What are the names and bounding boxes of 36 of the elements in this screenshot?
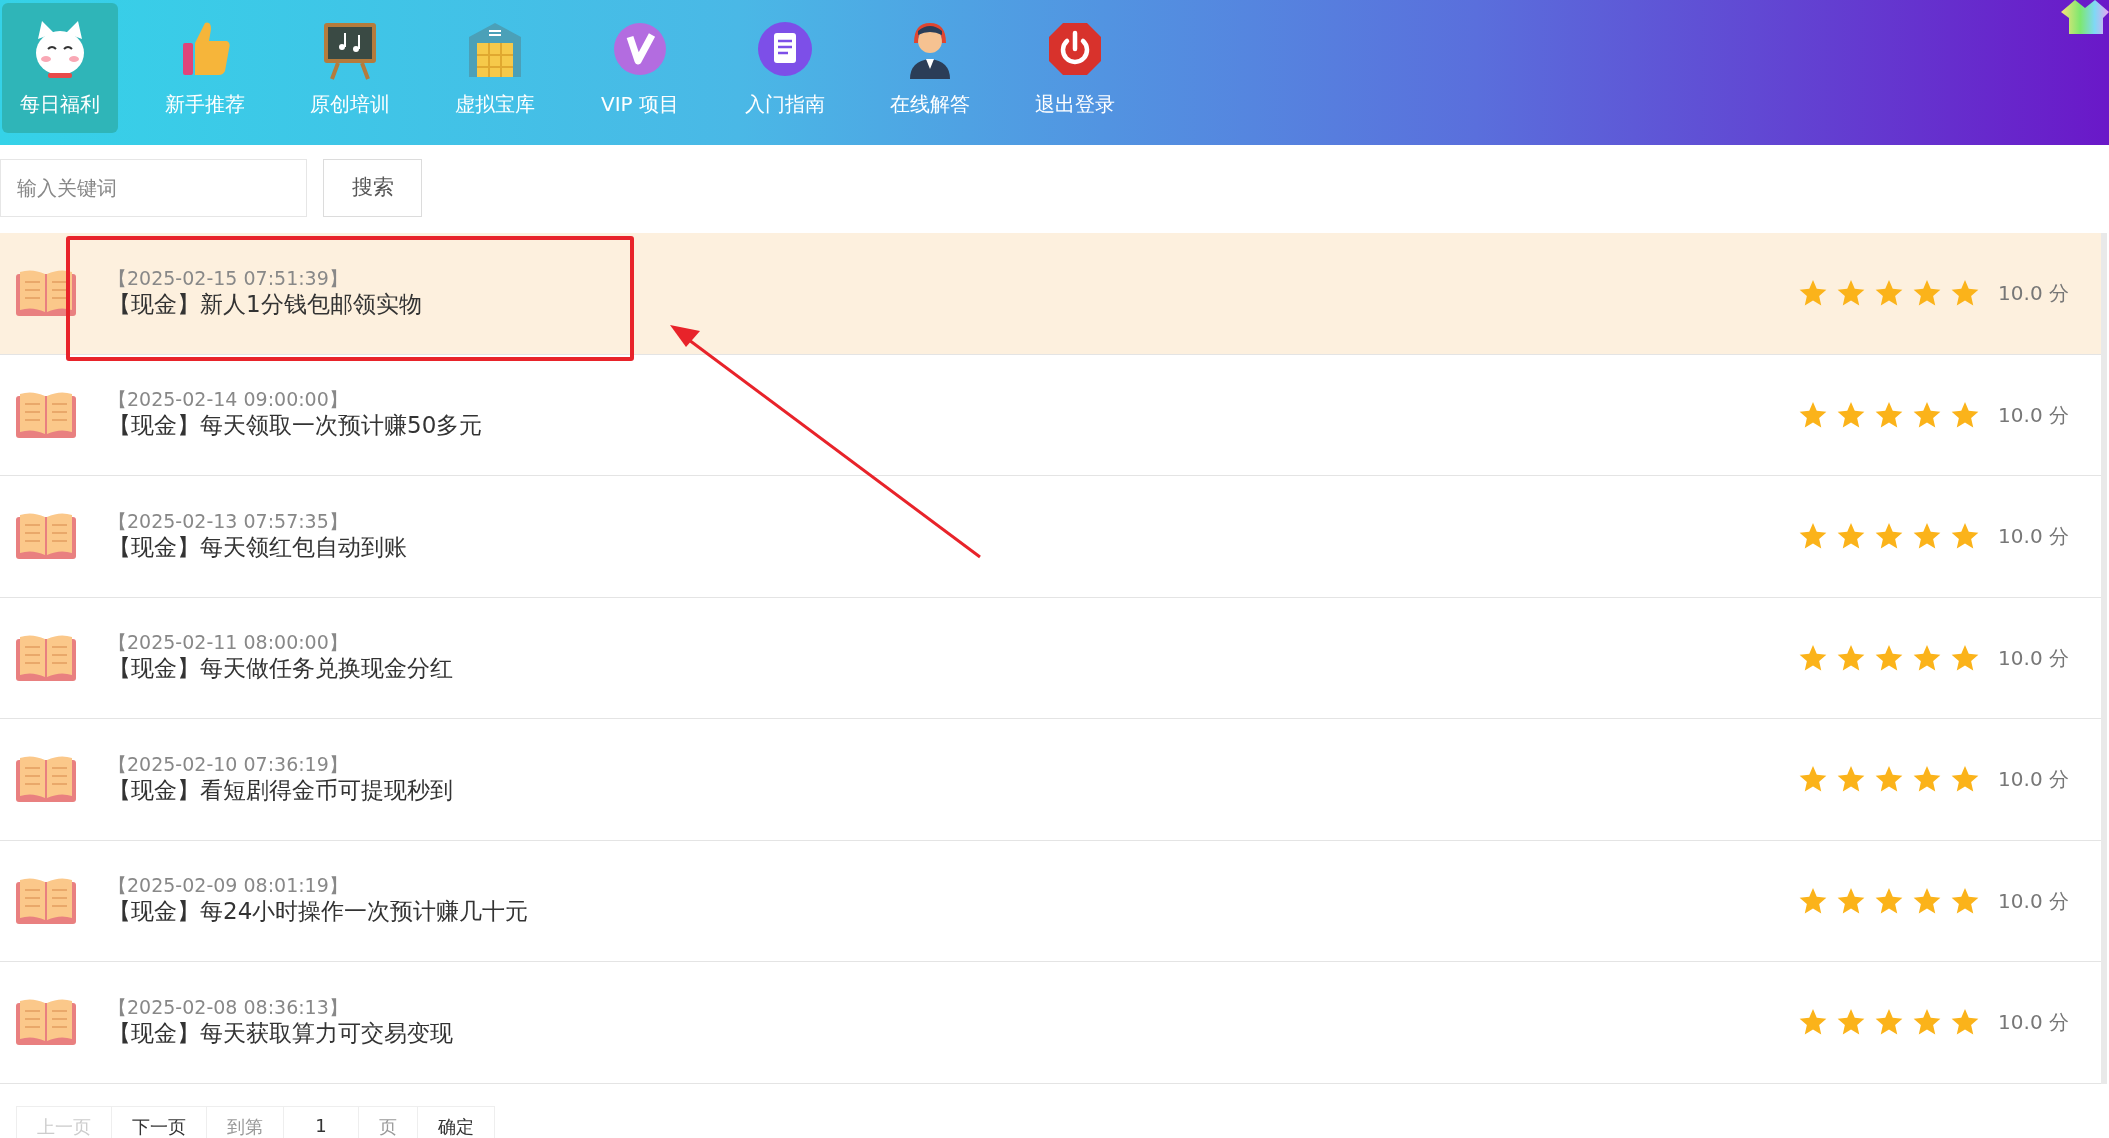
goto-label: 到第 — [206, 1105, 284, 1138]
book-icon — [14, 511, 78, 562]
item-title: 【现金】看短剧得金币可提现秒到 — [108, 775, 454, 805]
item-score: 10.0 分 — [1998, 1009, 2069, 1037]
item-date: 【2025-02-13 07:57:35】 — [108, 509, 349, 533]
book-icon — [14, 268, 78, 319]
item-score: 10.0 分 — [1998, 523, 2069, 551]
list-row[interactable]: 【2025-02-15 07:51:39】 【现金】新人1分钱包邮领实物 10.0 分 — [0, 233, 2101, 355]
item-title: 【现金】每24小时操作一次预计赚几十元 — [108, 897, 530, 927]
item-date: 【2025-02-10 07:36:19】 — [108, 752, 349, 776]
book-icon — [14, 997, 78, 1048]
search-button[interactable]: 搜索 — [323, 159, 422, 217]
item-score: 10.0 分 — [1998, 401, 2069, 429]
item-score: 10.0 分 — [1998, 280, 2069, 308]
item-score: 10.0 分 — [1998, 887, 2069, 915]
search-field[interactable]: 输入关键词 — [0, 159, 307, 217]
next-page-button[interactable]: 下一页 — [111, 1105, 207, 1138]
item-title: 【现金】每天做任务兑换现金分红 — [108, 654, 454, 684]
book-icon — [14, 389, 78, 440]
item-date: 【2025-02-11 08:00:00】 — [108, 631, 349, 655]
confirm-button[interactable]: 确定 — [417, 1105, 495, 1138]
item-title: 【现金】每天领取一次预计赚50多元 — [108, 411, 484, 441]
item-title: 【现金】每天获取算力可交易变现 — [108, 1018, 454, 1048]
book-icon — [14, 754, 78, 805]
item-title: 【现金】新人1分钱包邮领实物 — [108, 289, 423, 319]
item-score: 10.0 分 — [1998, 766, 2069, 794]
book-icon — [14, 632, 78, 683]
book-icon — [14, 875, 78, 926]
item-title: 【现金】每天领红包自动到账 — [108, 532, 408, 562]
item-date: 【2025-02-14 09:00:00】 — [108, 388, 349, 412]
shirt-icon — [2061, 0, 2109, 34]
item-date: 【2025-02-09 08:01:19】 — [108, 874, 349, 898]
item-date: 【2025-02-15 07:51:39】 — [108, 266, 349, 290]
item-score: 10.0 分 — [1998, 644, 2069, 672]
page-unit-label: 页 — [358, 1105, 418, 1138]
item-date: 【2025-02-08 08:36:13】 — [108, 995, 349, 1019]
